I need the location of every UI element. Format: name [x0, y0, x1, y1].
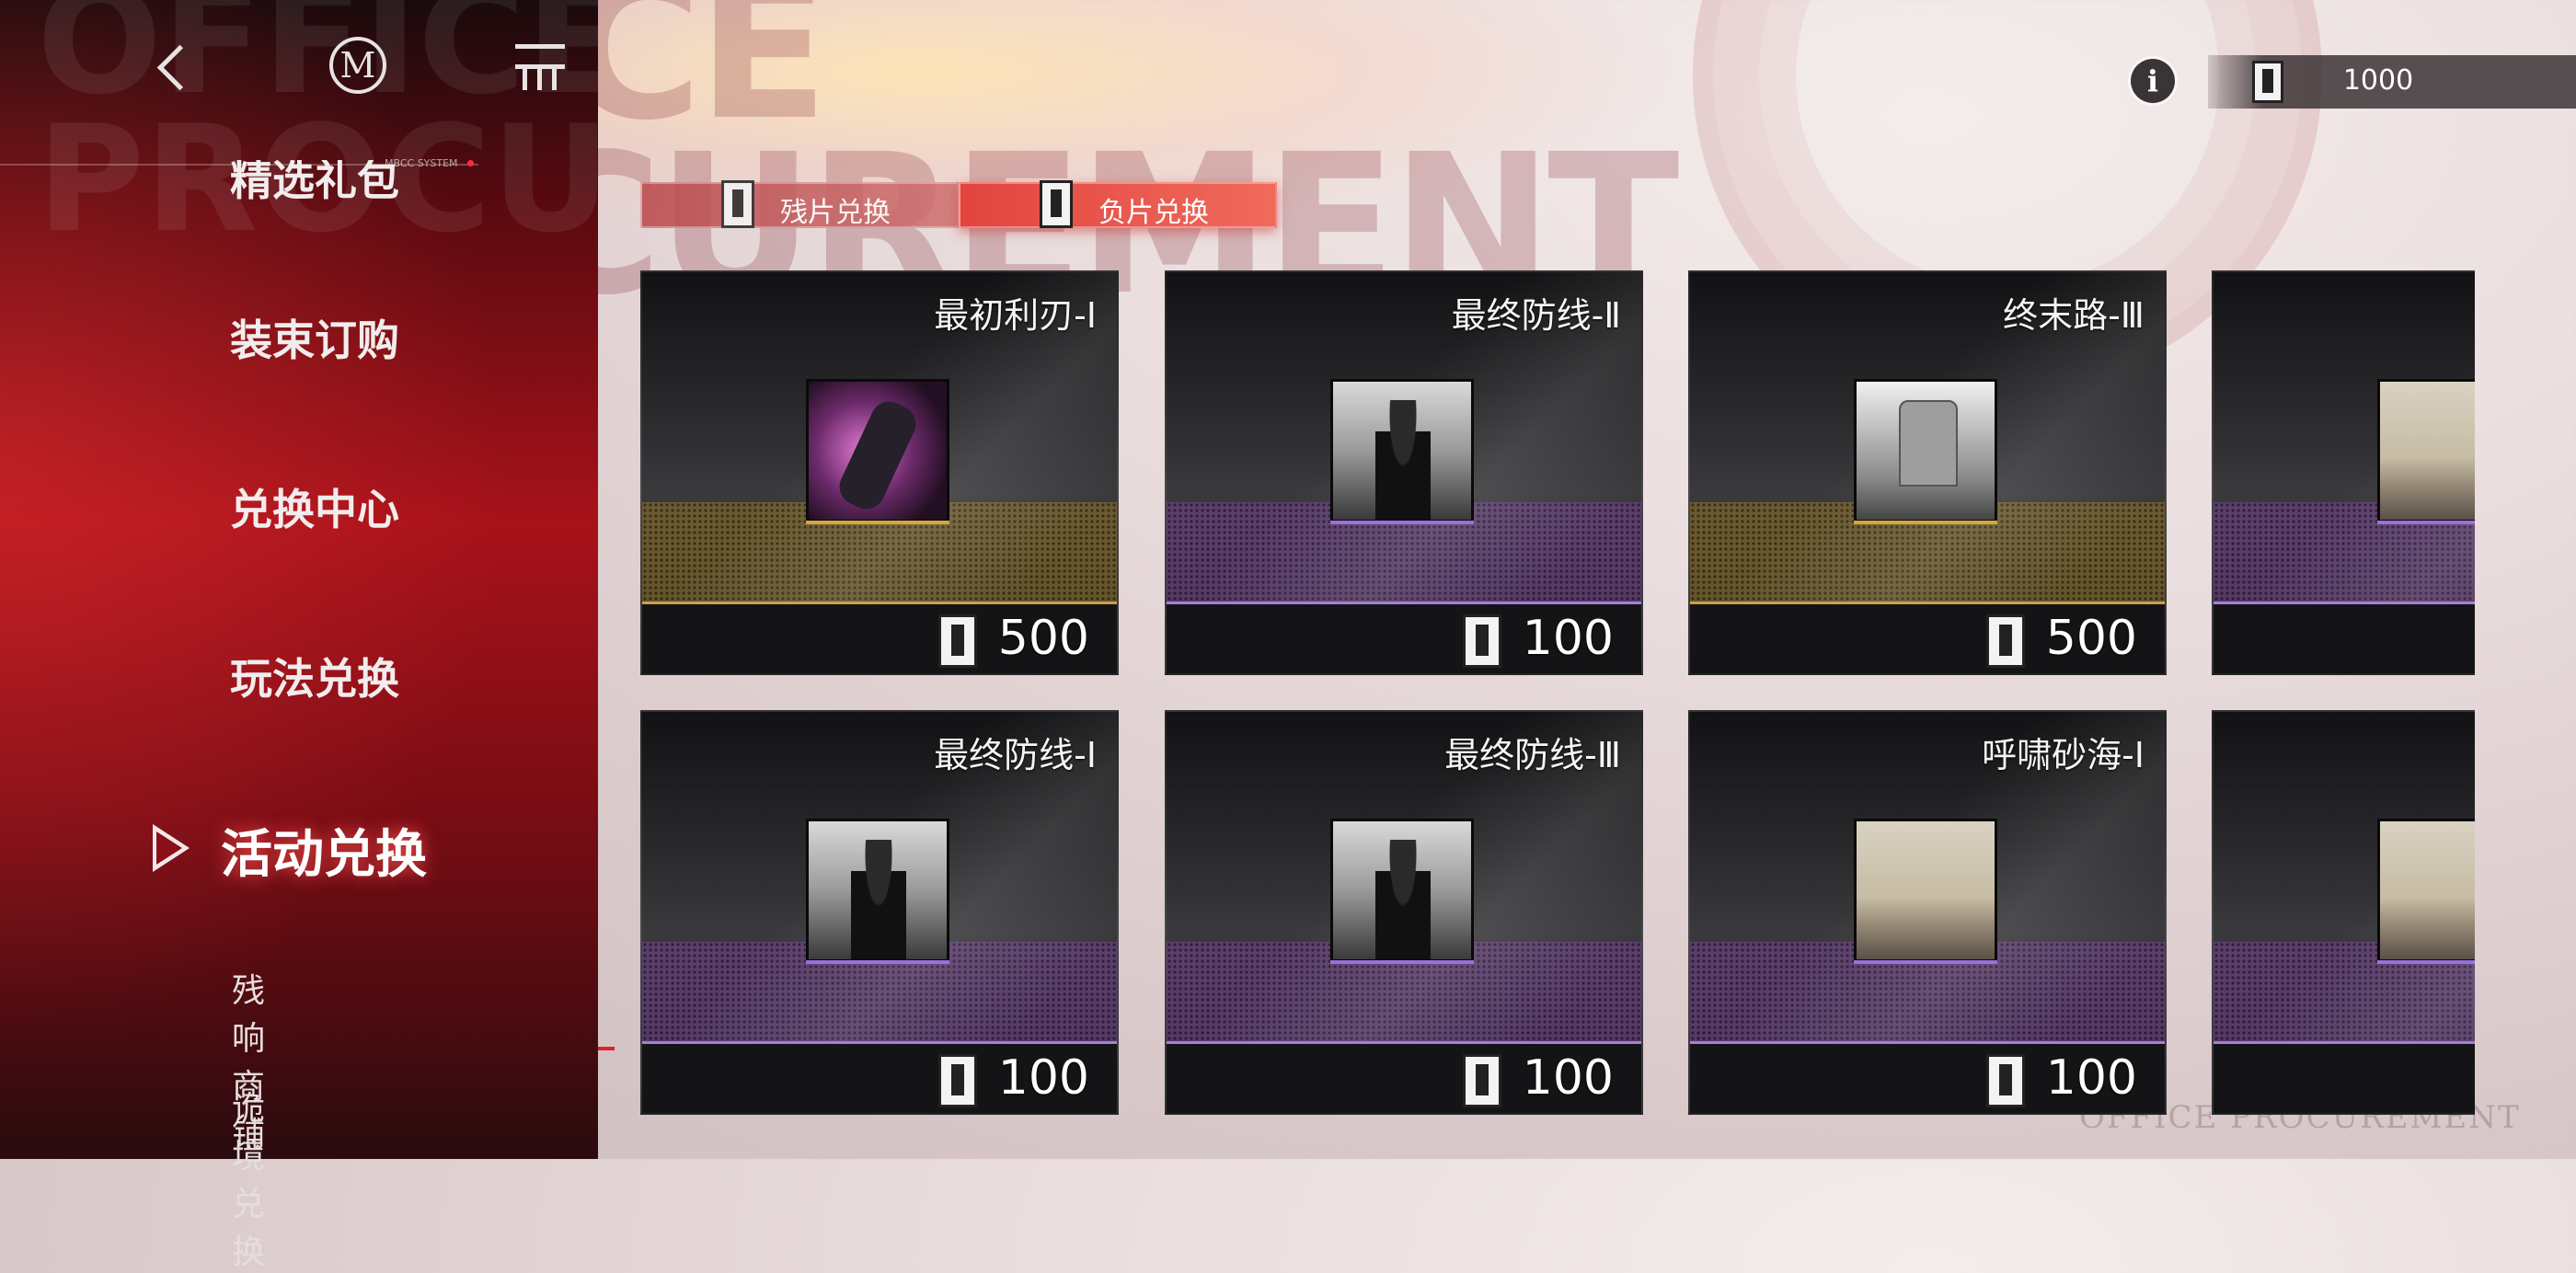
- item-thumbnail: [1854, 819, 1997, 962]
- sidebar-watermark: OFFICE PROCUREMENT: [37, 0, 598, 265]
- exchange-card[interactable]: [2212, 270, 2475, 675]
- exchange-card[interactable]: 最终防线-Ⅰ 100: [640, 710, 1119, 1115]
- exchange-card[interactable]: 呼啸砂海-Ⅰ 100: [1688, 710, 2167, 1115]
- card-price: 100: [2045, 1050, 2137, 1106]
- item-thumbnail: [806, 819, 949, 962]
- item-thumbnail: [2377, 379, 2475, 522]
- tab-fragment-exchange[interactable]: 残片兑换: [640, 180, 959, 229]
- sidebar-item-event-exchange[interactable]: 活动兑换: [221, 813, 427, 888]
- card-title: 最终防线-Ⅱ: [1451, 295, 1621, 336]
- card-title: 最终防线-Ⅲ: [1444, 735, 1621, 775]
- tab-label: 残片兑换: [780, 197, 891, 229]
- exchange-card[interactable]: 最终防线-Ⅱ 100: [1165, 270, 1643, 675]
- menu-icon[interactable]: [515, 44, 565, 92]
- scroll-marker: [598, 1047, 615, 1050]
- back-icon[interactable]: [147, 37, 202, 101]
- item-thumbnail: [2377, 819, 2475, 962]
- exchange-card[interactable]: 终末路-Ⅲ 500: [1688, 270, 2167, 675]
- film-token-icon: [1463, 1054, 1501, 1107]
- item-thumbnail: [1330, 379, 1474, 522]
- sidebar-item-gameplay-exchange[interactable]: 玩法兑换: [230, 646, 399, 706]
- exchange-card[interactable]: [2212, 710, 2475, 1115]
- tab-negative-exchange[interactable]: 负片兑换: [959, 180, 1277, 229]
- exchange-card[interactable]: 最终防线-Ⅲ 100: [1165, 710, 1643, 1115]
- tab-label: 负片兑换: [1098, 197, 1209, 229]
- exchange-grid: 最初利刃-Ⅰ 500 最终防线-Ⅱ 100 终末路-Ⅲ 500 最终防线-Ⅰ 1…: [640, 270, 2475, 1117]
- currency-value: 1000: [2342, 64, 2414, 97]
- card-title: 最终防线-Ⅰ: [934, 735, 1097, 775]
- info-icon[interactable]: i: [2131, 59, 2175, 103]
- film-token-icon: [1986, 1054, 2025, 1107]
- card-price: 500: [997, 611, 1089, 666]
- film-token-icon: [938, 1054, 977, 1107]
- logo-icon[interactable]: M: [329, 37, 386, 94]
- film-token-icon: [1040, 180, 1073, 228]
- item-thumbnail: [806, 379, 949, 522]
- fragment-token-icon: [721, 180, 754, 228]
- card-title: 呼啸砂海-Ⅰ: [1982, 735, 2145, 775]
- sidebar-item-outfit-order[interactable]: 装束订购: [230, 307, 399, 368]
- active-indicator-icon: [153, 824, 190, 872]
- card-title: 终末路-Ⅲ: [2003, 295, 2145, 336]
- film-token-icon: [1986, 614, 2025, 668]
- card-title: 最初利刃-Ⅰ: [934, 295, 1097, 336]
- system-status-dot: [467, 160, 474, 166]
- card-price: 100: [997, 1050, 1089, 1106]
- exchange-card[interactable]: 最初利刃-Ⅰ 500: [640, 270, 1119, 675]
- film-token-icon: [1463, 614, 1501, 668]
- sidebar-item-exchange-center[interactable]: 兑换中心: [230, 476, 399, 537]
- film-token-icon: [2252, 61, 2283, 103]
- card-price: 100: [1522, 1050, 1614, 1106]
- item-thumbnail: [1854, 379, 1997, 522]
- film-token-icon: [938, 614, 977, 668]
- card-price: 500: [2045, 611, 2137, 666]
- sidebar-item-strange-realm-exchange[interactable]: 诡境兑换: [232, 1082, 265, 1273]
- card-price: 100: [1522, 611, 1614, 666]
- item-thumbnail: [1330, 819, 1474, 962]
